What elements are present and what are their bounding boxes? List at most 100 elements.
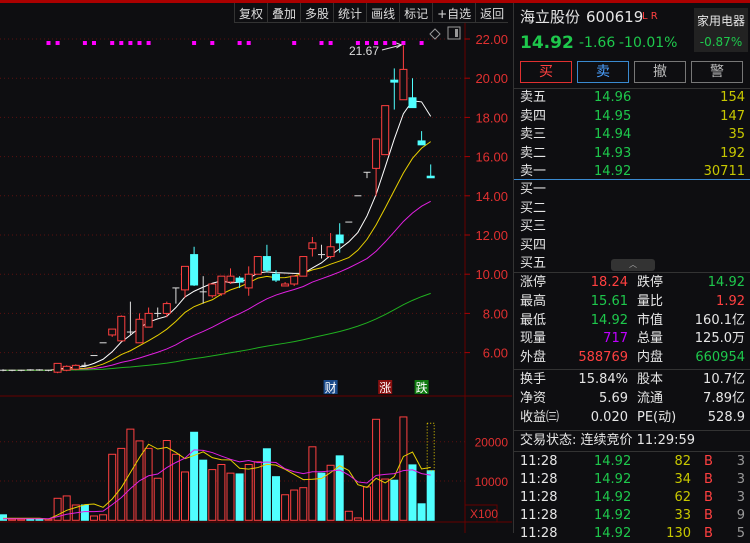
fin-value: 7.89亿 — [703, 391, 745, 406]
fin-row: 净资 5.69 流通 7.89亿 — [514, 390, 750, 408]
candle-body — [326, 246, 335, 258]
tick-side: B — [704, 508, 713, 523]
stat-value: 160.1亿 — [694, 312, 745, 328]
volume-bar — [363, 486, 371, 521]
buy-level[interactable]: 买二 — [514, 200, 750, 218]
candle-body — [135, 318, 144, 344]
toolbar-mark[interactable]: 标记 — [399, 3, 432, 22]
kline-chart[interactable]: 22.00 20.00 18.00 16.00 14.00 12.00 10.00 8.00 6… — [0, 23, 512, 533]
tick-time: 11:28 — [520, 526, 558, 541]
fin-label: 股本 — [637, 372, 664, 387]
tick-volume: 34 — [674, 472, 691, 487]
toolbar-overlay[interactable]: 叠加 — [267, 3, 300, 22]
candle-body — [399, 68, 408, 101]
level-volume: 147 — [720, 108, 745, 124]
signal-dot — [319, 41, 324, 45]
fin-label: 净资 — [520, 391, 547, 406]
diamond-icon — [429, 28, 441, 40]
toolbar-add-watchlist[interactable]: +自选 — [432, 3, 475, 22]
event-marker-label[interactable]: 涨 — [379, 380, 391, 395]
stat-value: 717 — [603, 331, 628, 347]
volume-bar — [126, 428, 135, 521]
trade-status: 交易状态: 连续竞价 11:29:59 — [520, 433, 696, 448]
sell-level[interactable]: 卖四 14.95 147 — [514, 108, 750, 126]
volume-bar — [381, 478, 390, 521]
candle-body — [281, 283, 290, 287]
alert-button[interactable]: 警 — [691, 61, 743, 83]
sell-button[interactable]: 卖 — [577, 61, 629, 83]
volume-bar — [408, 464, 417, 521]
volume-bar — [181, 471, 189, 521]
stats-row: 最高 15.61 量比 1.92 — [514, 293, 750, 311]
signal-dot — [392, 41, 397, 45]
fin-value: 528.9 — [707, 410, 745, 425]
stat-label: 最高 — [520, 293, 547, 309]
cancel-button[interactable]: 撤 — [634, 61, 686, 83]
toolbar-fuquan[interactable]: 复权 — [234, 3, 267, 22]
level-label: 买二 — [520, 200, 547, 216]
volume-bar — [99, 514, 108, 521]
quote-panel: 海立股份 600619 L R 家用电器 -0.87% 14.92 -1.66 … — [513, 3, 750, 541]
candle-body — [108, 328, 117, 336]
event-marker-label[interactable]: 财 — [325, 381, 337, 395]
volume-bar — [190, 431, 199, 521]
fin-value: 15.84% — [578, 372, 628, 387]
toolbar-back[interactable]: 返回 — [475, 3, 508, 22]
buy-level[interactable]: 买四 — [514, 237, 750, 255]
volume-bar — [35, 518, 44, 521]
volume-bar — [344, 510, 353, 521]
tick-time: 11:28 — [520, 472, 558, 487]
candle-body — [381, 105, 390, 156]
candle-body — [226, 275, 235, 283]
level-label: 卖三 — [520, 127, 547, 142]
event-marker-label[interactable]: 跌 — [416, 380, 428, 395]
volume-bar — [8, 518, 17, 521]
sector-name: 家用电器 — [696, 14, 745, 28]
signal-dot — [82, 41, 87, 45]
sell-level[interactable]: 卖二 14.93 192 — [514, 145, 750, 163]
level-label: 买五 — [520, 256, 547, 271]
volume-unit-label: X100 — [470, 507, 498, 521]
level-label: 买三 — [520, 219, 547, 234]
stat-label: 涨停 — [520, 275, 547, 290]
volume-bar — [281, 494, 290, 521]
stat-label: 跌停 — [637, 275, 664, 290]
signal-dot — [119, 41, 124, 45]
buy-button[interactable]: 买 — [520, 61, 572, 83]
price-tick-label: 6.00 — [483, 346, 508, 361]
tick-time: 11:28 — [520, 508, 558, 523]
stats-row: 最低 14.92 市值 160.1亿 — [514, 312, 750, 330]
volume-bar — [290, 489, 299, 521]
fin-row: 换手 15.84% 股本 10.7亿 — [514, 371, 750, 389]
signal-dot — [246, 41, 251, 45]
volume-bar — [426, 470, 435, 521]
buy-level[interactable]: 买三 — [514, 218, 750, 236]
sell-level[interactable]: 卖五 14.96 154 — [514, 89, 750, 107]
fin-label: 收益㈢ — [520, 410, 560, 425]
volume-bar — [244, 463, 253, 521]
collapse-chevron-icon[interactable]: ︿ — [611, 259, 655, 271]
toolbar-draw[interactable]: 画线 — [366, 3, 399, 22]
fin-label: 流通 — [637, 391, 664, 406]
tick-price: 14.92 — [594, 472, 632, 487]
buy-level[interactable]: 买一 — [514, 181, 750, 199]
stats-row: 现量 717 总量 125.0万 — [514, 330, 750, 348]
tick-side: B — [704, 490, 713, 505]
tick-count: 9 — [736, 508, 745, 523]
candle-body — [244, 273, 253, 289]
volume-bar — [235, 473, 244, 521]
price-tick-label: 16.00 — [475, 150, 508, 165]
volume-bar — [153, 477, 162, 521]
level-price: 14.94 — [594, 127, 632, 142]
sell-level[interactable]: 卖三 14.94 35 — [514, 126, 750, 144]
signal-dot — [237, 41, 242, 45]
toolbar-multi-stock[interactable]: 多股 — [300, 3, 333, 22]
price-change: -1.66 — [579, 35, 616, 51]
fin-row: 收益㈢ 0.020 PE(动) 528.9 — [514, 409, 750, 427]
stat-label: 现量 — [520, 331, 547, 347]
stat-value: 14.92 — [707, 275, 745, 290]
toolbar-statistics[interactable]: 统计 — [333, 3, 366, 22]
tick-price: 14.92 — [594, 508, 632, 523]
fin-value: 10.7亿 — [703, 372, 745, 387]
signal-dot — [383, 41, 388, 45]
